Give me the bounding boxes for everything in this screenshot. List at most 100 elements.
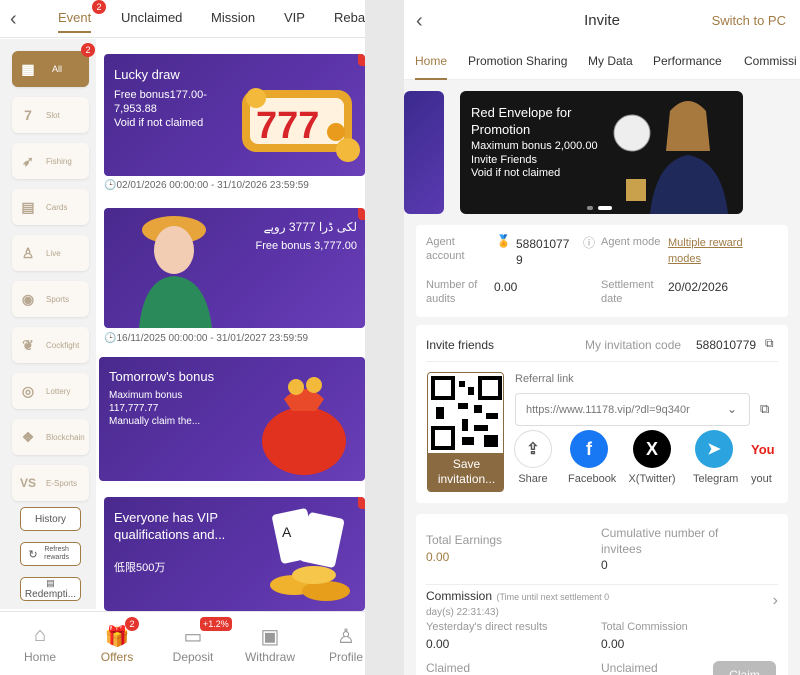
- promo-date-text: 02/01/2026 00:00:00 - 31/10/2026 23:59:5…: [116, 180, 309, 191]
- banner-title-line: Promotion: [471, 122, 531, 137]
- promo-title: Everyone has VIP: [114, 510, 219, 525]
- sidebar-item-fishing[interactable]: ➶ Fishing: [12, 143, 89, 179]
- history-button[interactable]: History: [20, 507, 81, 531]
- promo-card-lucky-draw[interactable]: Lucky draw Free bonus177.00- 7,953.88 Vo…: [104, 54, 365, 176]
- promo-line: 低限500万: [114, 562, 166, 574]
- promo-title: Tomorrow's bonus: [109, 369, 215, 384]
- redemption-button[interactable]: ▤ Redempti...: [20, 577, 81, 601]
- chevron-right-icon[interactable]: ›: [773, 592, 778, 610]
- nav-label: Home: [23, 650, 56, 664]
- yesterday-results-label: Yesterday's direct results: [426, 621, 548, 633]
- tab-rebate[interactable]: Rebat: [334, 10, 365, 25]
- sidebar-item-label: Sports: [46, 294, 70, 304]
- sidebar-item-all[interactable]: ▦ All: [12, 51, 89, 87]
- banner-line: Invite Friends: [471, 153, 538, 166]
- promo-card-tomorrow-bonus[interactable]: Tomorrow's bonus Maximum bonus 117,777.7…: [99, 357, 365, 481]
- tab-home[interactable]: Home: [415, 54, 448, 80]
- nav-label: Deposit: [172, 650, 214, 664]
- commission-countdown: day(s) 22:31:43): [426, 607, 499, 618]
- youtube-icon: You: [751, 430, 781, 468]
- promo-details: Free bonus177.00- 7,953.88 Void if not c…: [114, 88, 207, 130]
- sidebar-item-label: Cards: [46, 202, 68, 212]
- tab-unclaimed[interactable]: Unclaimed: [121, 10, 182, 25]
- banner-details: Maximum bonus 2,000.00 Invite Friends Vo…: [471, 140, 598, 181]
- total-commission-label: Total Commission: [601, 621, 688, 633]
- chevron-down-icon: ⌄: [726, 402, 737, 416]
- agent-mode-label: Agent mode: [601, 236, 661, 248]
- svg-text:A: A: [282, 524, 292, 540]
- promo-line: 7,953.88: [114, 103, 157, 115]
- svg-text:777: 777: [256, 105, 319, 147]
- promo-title: qualifications and...: [114, 527, 226, 542]
- banner-title: Red Envelope for Promotion: [471, 104, 571, 138]
- carousel-dot[interactable]: [587, 206, 593, 210]
- promo-card-vip[interactable]: Everyone has VIP qualifications and... 低…: [104, 497, 365, 611]
- qr-code-icon: [428, 373, 503, 453]
- tab-mission[interactable]: Mission: [211, 10, 255, 25]
- refresh-rewards-button[interactable]: ↻ Refresh rewards: [20, 542, 81, 566]
- referral-link-label: Referral link: [515, 373, 574, 385]
- nav-home[interactable]: ⌂ Home: [10, 624, 70, 664]
- share-label: Facebook: [568, 473, 617, 485]
- offers-badge: 2: [125, 617, 139, 631]
- copy-code-icon[interactable]: ⧉: [765, 336, 774, 351]
- agent-account-label: Agent account: [426, 236, 465, 262]
- earnings-card: Total Earnings 0.00 Cumulative number of…: [416, 514, 788, 675]
- tab-vip[interactable]: VIP: [284, 10, 305, 25]
- back-arrow-icon[interactable]: ‹: [10, 8, 17, 31]
- banner-red-envelope[interactable]: Red Envelope for Promotion Maximum bonus…: [460, 91, 743, 214]
- promo-card-3777[interactable]: لکی ڈرا 3777 روپے Free bonus 3,777.00: [104, 208, 365, 328]
- agent-info-card: Agent account 🏅 58801077 9 ⓘ Agent mode Mu…: [416, 225, 788, 317]
- offers-panel: ‹ Event 2 Unclaimed Mission VIP Rebat ▦ …: [0, 0, 365, 675]
- share-button[interactable]: ⇪ Share: [513, 430, 553, 485]
- sidebar-item-slot[interactable]: 7 Slot: [12, 97, 89, 133]
- sidebar-item-blockchain[interactable]: ❖ Blockchain: [12, 419, 89, 455]
- copy-link-icon[interactable]: ⧉: [760, 401, 769, 417]
- nav-profile[interactable]: ♙ Profile: [316, 624, 365, 664]
- youtube-button[interactable]: You yout: [751, 430, 781, 485]
- banner-prev-slide[interactable]: [404, 91, 444, 214]
- agent-mode-link[interactable]: Multiple reward modes: [668, 235, 743, 267]
- gift-icon: 🎁: [104, 626, 130, 648]
- sidebar-item-lottery[interactable]: ◎ Lottery: [12, 373, 89, 409]
- tab-commission[interactable]: Commissi: [744, 54, 797, 68]
- info-icon[interactable]: ⓘ: [583, 234, 595, 251]
- claim-button[interactable]: Claim: [713, 661, 776, 675]
- telegram-button[interactable]: ➤ Telegram: [693, 430, 738, 485]
- tab-event[interactable]: Event: [58, 10, 92, 33]
- commission-row[interactable]: Commission (Time until next settlement 0…: [426, 588, 766, 620]
- total-commission-value: 0.00: [601, 637, 625, 651]
- share-icon: ⇪: [514, 430, 552, 468]
- promo-title: Lucky draw: [114, 67, 180, 82]
- cash-icon: ▣: [260, 626, 280, 648]
- qr-code-block[interactable]: Save invitation...: [427, 372, 504, 492]
- nav-offers[interactable]: 🎁 Offers: [87, 624, 147, 664]
- switch-to-pc-link[interactable]: Switch to PC: [712, 13, 786, 28]
- sidebar-item-cards[interactable]: ▤ Cards: [12, 189, 89, 225]
- cards-icon: ▤: [21, 198, 35, 215]
- x-twitter-icon: X: [633, 430, 671, 468]
- corner-badge: [358, 208, 365, 220]
- referral-link-select[interactable]: https://www.11178.vip/?dl=9q340r ⌄: [515, 393, 750, 426]
- banner-line: Maximum bonus 2,000.00: [471, 140, 598, 152]
- sidebar-item-live[interactable]: ♙ Live: [12, 235, 89, 271]
- sidebar-item-cockfight[interactable]: ❦ Cockfight: [12, 327, 89, 363]
- tab-promotion-sharing[interactable]: Promotion Sharing: [468, 54, 567, 68]
- save-invitation-button[interactable]: Save invitation...: [428, 453, 503, 491]
- x-twitter-button[interactable]: X X(Twitter): [626, 430, 678, 485]
- promo-title: لکی ڈرا 3777 روپے: [263, 220, 357, 234]
- sidebar-item-sports[interactable]: ◉ Sports: [12, 281, 89, 317]
- sidebar-item-esports[interactable]: VS E-Sports: [12, 465, 89, 501]
- bottom-nav: ⌂ Home 🎁 Offers 2 ▭ Deposit +1.2% ▣ Withdraw…: [0, 611, 365, 675]
- slot-machine-illustration: 777: [242, 88, 360, 162]
- promo-details: Maximum bonus 117,777.77 Manually claim …: [109, 389, 200, 428]
- all-badge: 2: [81, 43, 95, 57]
- redemption-icon: ▤: [46, 578, 55, 588]
- carousel-dot-active[interactable]: [598, 206, 612, 210]
- facebook-button[interactable]: f Facebook: [568, 430, 617, 485]
- nav-withdraw[interactable]: ▣ Withdraw: [240, 624, 300, 664]
- tab-my-data[interactable]: My Data: [588, 54, 633, 68]
- invitees-label: Cumulative number of invitees: [601, 526, 719, 556]
- soccer-ball-icon: ◉: [21, 290, 35, 307]
- tab-performance[interactable]: Performance: [653, 54, 722, 68]
